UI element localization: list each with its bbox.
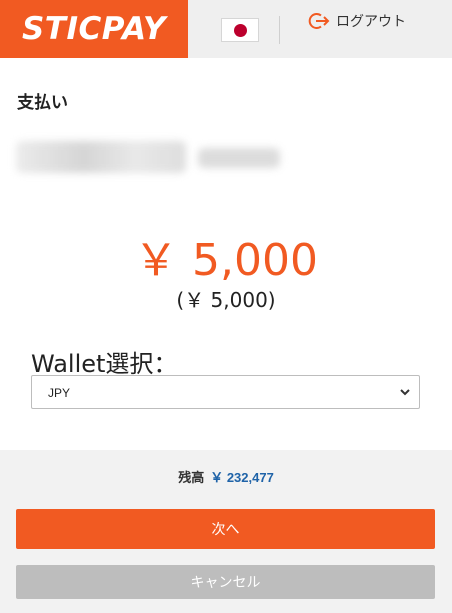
payment-amount: ￥ 5,000 (134, 235, 318, 286)
flag-red-circle (233, 23, 247, 37)
payment-card: 支払い ￥ 5,000 (￥ 5,000) Wallet選択： JPY (0, 58, 452, 450)
chevron-down-icon (400, 389, 410, 396)
logout-button[interactable]: ログアウト (308, 10, 406, 32)
wallet-select[interactable]: JPY (31, 375, 420, 409)
header-divider (279, 16, 280, 44)
page-title: 支払い (17, 93, 68, 112)
next-button[interactable]: 次へ (16, 509, 435, 549)
top-header: STICPAY ログアウト (0, 0, 452, 58)
payment-amount-converted: (￥ 5,000) (176, 288, 276, 312)
balance-label: 残高 (178, 470, 205, 485)
japan-flag-icon[interactable] (221, 18, 259, 42)
cancel-button[interactable]: キャンセル (16, 565, 435, 599)
redacted-merchant-info (16, 141, 186, 173)
logout-label: ログアウト (336, 13, 406, 29)
wallet-select-label: Wallet選択： (31, 350, 178, 378)
logo-text: STICPAY (21, 11, 166, 47)
wallet-balance: 残高 ￥ 232,477 (0, 467, 452, 486)
balance-amount: ￥ 232,477 (210, 470, 274, 485)
wallet-selected-value: JPY (48, 386, 71, 400)
logout-icon (308, 13, 330, 29)
sticpay-logo[interactable]: STICPAY (0, 0, 188, 58)
redacted-merchant-id (198, 148, 280, 168)
